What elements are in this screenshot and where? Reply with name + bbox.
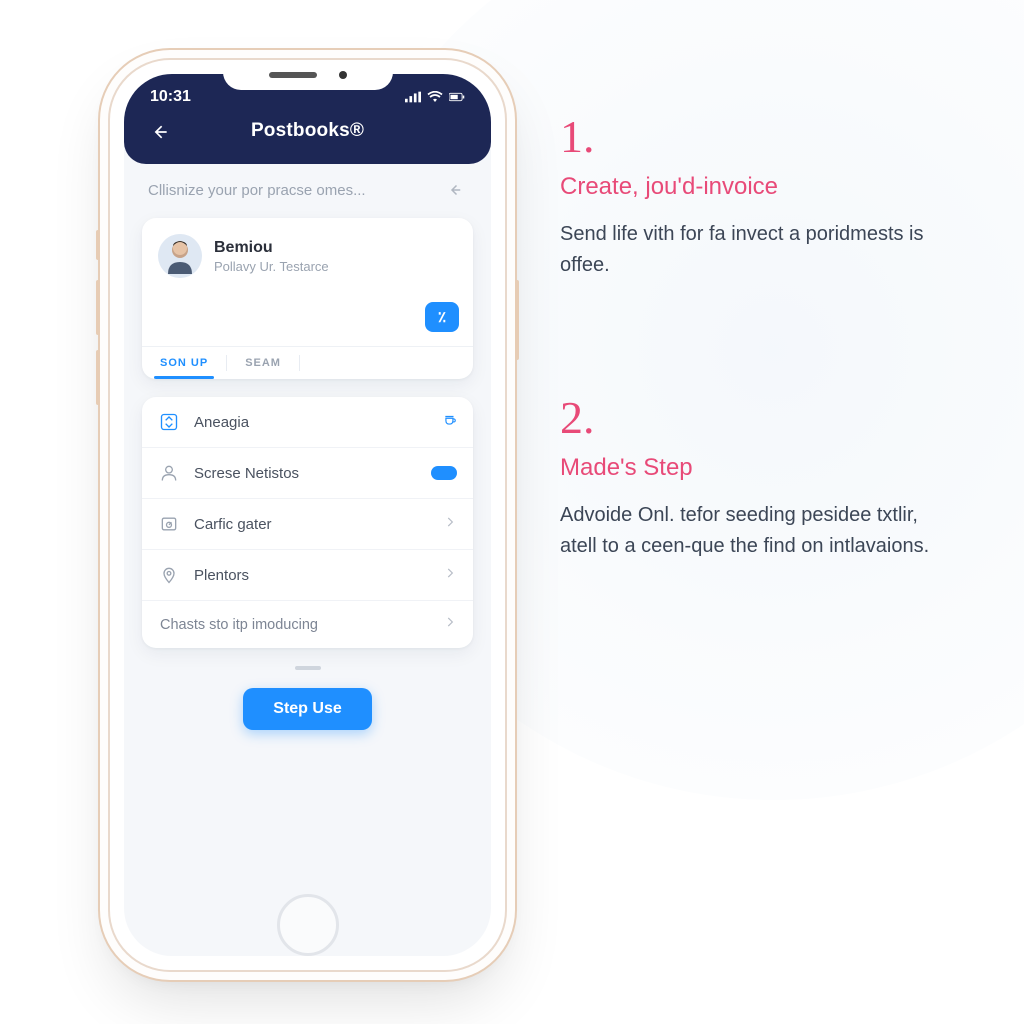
- search-row: [136, 164, 479, 214]
- app-title: Postbooks®: [251, 120, 364, 142]
- list-item[interactable]: Aneagia: [142, 397, 473, 448]
- step-1: 1. Create, jou'd-invoice Send life vith …: [560, 110, 960, 281]
- avatar: [158, 234, 202, 278]
- list-item-label: Screse Netistos: [194, 465, 417, 482]
- card-action-button[interactable]: ٪: [425, 302, 459, 332]
- list-item-trail: [443, 413, 457, 432]
- list-item[interactable]: Carfic gater: [142, 499, 473, 550]
- back-button[interactable]: [146, 118, 174, 146]
- tab-son-up[interactable]: SON UP: [142, 347, 226, 379]
- list-item-trail: [443, 566, 457, 585]
- search-input[interactable]: [148, 182, 443, 199]
- user-card: Bemiou Pollavy Ur. Testarce ٪ SON UP SEA…: [142, 218, 473, 379]
- swap-icon: [158, 411, 180, 433]
- list-item[interactable]: Plentors: [142, 550, 473, 601]
- list-item-trail: [443, 515, 457, 534]
- tab-separator: [299, 355, 300, 371]
- speaker-slot: [269, 72, 317, 78]
- tab-seam[interactable]: SEAM: [227, 347, 299, 379]
- cup-icon: [443, 413, 457, 427]
- pin-icon: [158, 564, 180, 586]
- steps-column: 1. Create, jou'd-invoice Send life vith …: [560, 110, 960, 672]
- gauge-icon: [158, 513, 180, 535]
- step-body: Send life vith for fa invect a poridmest…: [560, 219, 960, 281]
- phone-notch: [223, 60, 393, 90]
- options-list: Aneagia Screse Netistos: [142, 397, 473, 648]
- phone-mockup: 10:31 Postbooks®: [110, 60, 505, 970]
- list-item-label: Chasts sto itp imoducing: [160, 617, 429, 633]
- arrow-left-faded-icon: [446, 181, 464, 199]
- card-tabs: SON UP SEAM: [142, 346, 473, 379]
- phone-side-button: [96, 350, 100, 405]
- list-item[interactable]: Screse Netistos: [142, 448, 473, 499]
- step-body: Advoide Onl. tefor seeding pesidee txtli…: [560, 500, 960, 562]
- phone-side-button: [515, 280, 519, 360]
- step-number: 1.: [560, 110, 960, 163]
- front-camera: [339, 71, 347, 79]
- step-title: Made's Step: [560, 454, 960, 482]
- step-2: 2. Made's Step Advoide Onl. tefor seedin…: [560, 391, 960, 562]
- list-item[interactable]: Chasts sto itp imoducing: [142, 601, 473, 648]
- phone-side-button: [96, 230, 100, 260]
- home-button[interactable]: [277, 894, 339, 956]
- arrow-left-icon: [150, 122, 170, 142]
- toggle-on-icon: [431, 466, 457, 480]
- signal-icon: [405, 91, 421, 103]
- status-time: 10:31: [150, 88, 191, 106]
- search-forward-button[interactable]: [443, 178, 467, 202]
- list-item-toggle[interactable]: [431, 466, 457, 480]
- person-icon: [158, 462, 180, 484]
- phone-side-button: [96, 280, 100, 335]
- phone-screen: 10:31 Postbooks®: [124, 74, 491, 956]
- chevron-right-icon: [443, 615, 457, 629]
- battery-icon: [449, 91, 465, 103]
- status-icons: [405, 91, 465, 103]
- list-item-label: Aneagia: [194, 414, 429, 431]
- list-item-label: Plentors: [194, 567, 429, 584]
- avatar-image: [158, 234, 202, 278]
- list-item-trail: [443, 615, 457, 634]
- wifi-icon: [427, 91, 443, 103]
- list-item-label: Carfic gater: [194, 516, 429, 533]
- user-subtitle: Pollavy Ur. Testarce: [214, 259, 329, 274]
- step-number: 2.: [560, 391, 960, 444]
- user-name: Bemiou: [214, 239, 329, 257]
- step-title: Create, jou'd-invoice: [560, 173, 960, 201]
- chevron-right-icon: [443, 566, 457, 580]
- chevron-right-icon: [443, 515, 457, 529]
- drag-handle[interactable]: [295, 666, 321, 670]
- step-use-button[interactable]: Step Use: [243, 688, 371, 730]
